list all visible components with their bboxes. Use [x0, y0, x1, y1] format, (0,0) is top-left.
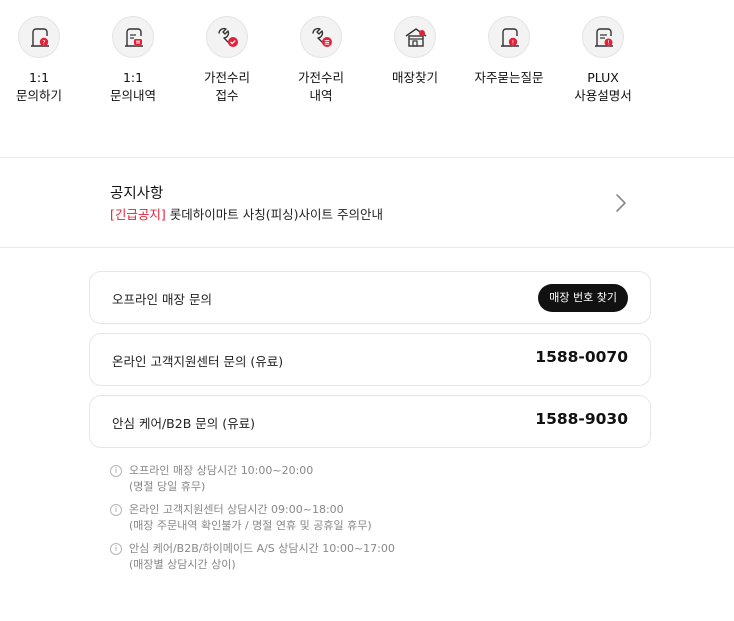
info-item: i 오프라인 매장 상담시간 10:00~20:00 (명절 당일 휴무): [110, 463, 630, 495]
urgent-notice-tag: [긴급공지]: [110, 207, 166, 222]
manual-icon: !: [582, 16, 624, 58]
info-icon: i: [110, 465, 122, 477]
quick-item-label: 매장찾기: [391, 70, 438, 85]
notice-section[interactable]: 공지사항 [긴급공지] 롯데하이마트 사칭(피싱)사이트 주의안내: [0, 158, 734, 247]
info-text: 온라인 고객지원센터 상담시간 09:00~18:00 (매장 주문내역 확인불…: [129, 503, 372, 532]
inquiry-question-icon: ?: [18, 16, 60, 58]
quick-item-repair-list[interactable]: 가전수리 내역: [274, 16, 368, 105]
online-support-label: 온라인 고객지원센터 문의 (유료): [112, 354, 284, 369]
repair-list-icon: [300, 16, 342, 58]
care-b2b-phone[interactable]: 1588-9030: [535, 410, 628, 428]
consultation-hours-info: i 오프라인 매장 상담시간 10:00~20:00 (명절 당일 휴무) i …: [110, 463, 630, 580]
care-b2b-card: 안심 케어/B2B 문의 (유료) 1588-9030: [89, 395, 651, 448]
quick-item-store-finder[interactable]: 매장찾기: [368, 16, 462, 87]
online-support-card: 온라인 고객지원센터 문의 (유료) 1588-0070: [89, 333, 651, 386]
svg-text:?: ?: [42, 39, 45, 46]
quick-item-label: 가전수리 접수: [203, 70, 250, 103]
svg-text:!: !: [607, 40, 609, 47]
quick-item-label: 가전수리 내역: [297, 70, 344, 103]
info-item: i 안심 케어/B2B/하이메이드 A/S 상담시간 10:00~17:00 (…: [110, 541, 630, 573]
svg-text:!: !: [512, 39, 514, 46]
faq-icon: !: [488, 16, 530, 58]
quick-item-label: 자주묻는질문: [474, 70, 544, 85]
info-icon: i: [110, 543, 122, 555]
info-item: i 온라인 고객지원센터 상담시간 09:00~18:00 (매장 주문내역 확…: [110, 502, 630, 534]
quick-item-manual[interactable]: ! PLUX 사용설명서: [556, 16, 650, 105]
chevron-right-icon[interactable]: [615, 193, 627, 213]
quick-item-faq[interactable]: ! 자주묻는질문: [462, 16, 556, 87]
quick-item-label: PLUX 사용설명서: [574, 70, 632, 103]
quick-item-inquiry-list[interactable]: 1:1 문의내역: [86, 16, 180, 105]
inquiry-list-icon: [112, 16, 154, 58]
info-text: 오프라인 매장 상담시간 10:00~20:00 (명절 당일 휴무): [129, 464, 314, 493]
care-b2b-label: 안심 케어/B2B 문의 (유료): [112, 416, 255, 431]
notice-text: 롯데하이마트 사칭(피싱)사이트 주의안내: [165, 207, 383, 222]
info-text: 안심 케어/B2B/하이메이드 A/S 상담시간 10:00~17:00 (매장…: [129, 542, 395, 571]
online-support-phone[interactable]: 1588-0070: [535, 348, 628, 366]
repair-check-icon: [206, 16, 248, 58]
quick-item-label: 1:1 문의하기: [15, 70, 62, 103]
notice-title: 공지사항: [110, 186, 164, 202]
quick-item-label: 1:1 문의내역: [109, 70, 156, 103]
quick-item-repair[interactable]: 가전수리 접수: [180, 16, 274, 105]
offline-store-label: 오프라인 매장 문의: [112, 292, 212, 307]
find-store-number-button[interactable]: 매장 번호 찾기: [538, 284, 628, 312]
quick-menu: ? 1:1 문의하기 1:1 문의내역 가전수리 접수 가전수리 내역 매장찾기…: [0, 0, 734, 156]
store-finder-icon: [394, 16, 436, 58]
info-icon: i: [110, 504, 122, 516]
divider: [0, 247, 734, 248]
quick-item-inquiry[interactable]: ? 1:1 문의하기: [0, 16, 86, 105]
offline-store-card: 오프라인 매장 문의 매장 번호 찾기: [89, 271, 651, 324]
notice-headline[interactable]: [긴급공지] 롯데하이마트 사칭(피싱)사이트 주의안내: [110, 204, 383, 223]
